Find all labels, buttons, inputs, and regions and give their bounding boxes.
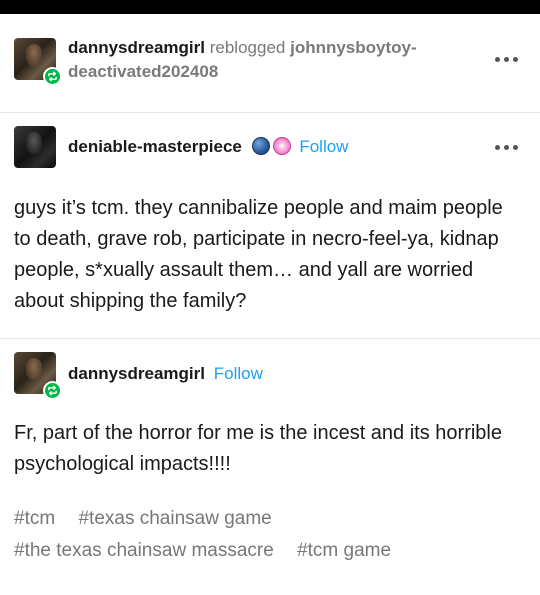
post1-header: deniable-masterpiece Follow <box>0 113 540 183</box>
tag-list: #tcm #texas chainsaw game #the texas cha… <box>14 503 524 567</box>
more-options-icon[interactable] <box>495 57 518 62</box>
reblog-attribution: dannysdreamgirl reblogged johnnysboytoy-… <box>68 36 417 84</box>
post1-author-name[interactable]: deniable-masterpiece <box>68 137 242 156</box>
dot <box>513 57 518 62</box>
post1-body: guys it’s tcm. they cannibalize people a… <box>14 197 503 312</box>
reblogged-label: reblogged <box>209 38 286 57</box>
post2-header: dannysdreamgirl Follow <box>0 339 540 400</box>
dot <box>504 57 509 62</box>
more-options-icon[interactable] <box>495 145 518 150</box>
tag-link[interactable]: #tcm <box>14 508 55 529</box>
reblog-icon <box>43 381 62 400</box>
follow-button[interactable]: Follow <box>299 137 348 156</box>
reblogger-avatar[interactable] <box>14 38 62 86</box>
dot <box>495 57 500 62</box>
tag-link[interactable]: #the texas chainsaw massacre <box>14 540 274 561</box>
avatar-face <box>26 132 42 154</box>
dot <box>504 145 509 150</box>
source-blog-name-cont[interactable]: deactivated202408 <box>68 62 218 81</box>
post1-avatar[interactable] <box>14 126 56 168</box>
dot <box>513 145 518 150</box>
post2-author-name[interactable]: dannysdreamgirl <box>68 364 205 383</box>
follow-button[interactable]: Follow <box>214 364 263 383</box>
earth-badge-icon <box>251 137 270 155</box>
post2-attribution: dannysdreamgirl Follow <box>68 362 263 386</box>
tag-link[interactable]: #texas chainsaw game <box>78 508 271 529</box>
reblog-header: dannysdreamgirl reblogged johnnysboytoy-… <box>0 14 540 114</box>
post1-attribution: deniable-masterpiece Follow <box>68 135 348 159</box>
avatar-face <box>26 44 42 66</box>
reblogger-name[interactable]: dannysdreamgirl <box>68 38 205 57</box>
avatar-face <box>26 358 42 380</box>
dot <box>495 145 500 150</box>
source-blog-name[interactable]: johnnysboytoy- <box>290 38 417 57</box>
post2-avatar[interactable] <box>14 352 62 400</box>
post2-body: Fr, part of the horror for me is the inc… <box>14 422 502 475</box>
tag-link[interactable]: #tcm game <box>297 540 391 561</box>
reblog-icon <box>43 67 62 86</box>
pink-badge-icon <box>272 137 291 155</box>
status-bar <box>0 0 540 14</box>
blog-badges <box>251 137 291 155</box>
